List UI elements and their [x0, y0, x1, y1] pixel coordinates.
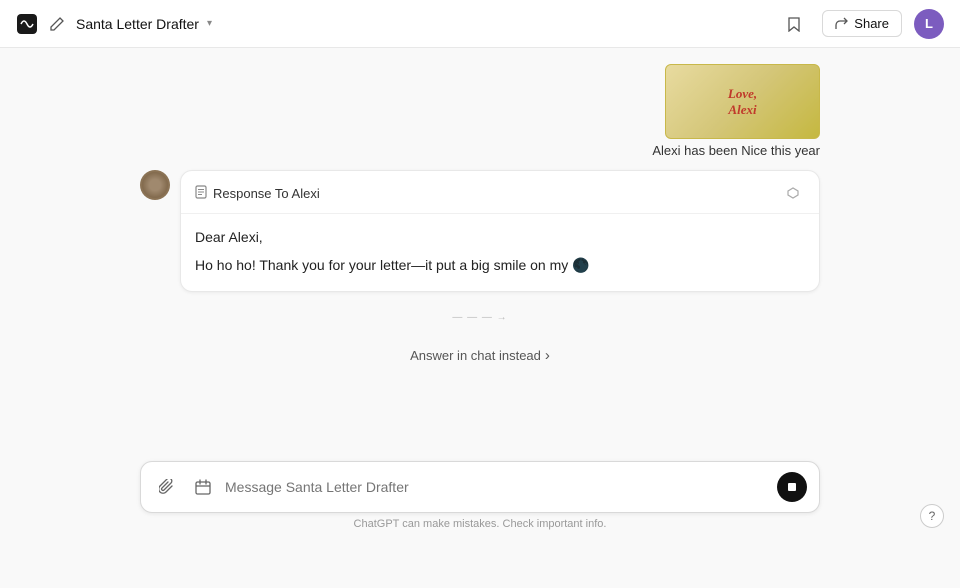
input-container: [140, 461, 820, 513]
bottom-bar: ChatGPT can make mistakes. Check importa…: [0, 461, 960, 540]
footer-text: ChatGPT can make mistakes. Check importa…: [354, 518, 607, 530]
share-label: Share: [854, 16, 889, 31]
answer-in-chat-button[interactable]: Answer in chat instead ›: [410, 347, 550, 364]
calendar-button[interactable]: [189, 473, 217, 501]
letter-caption: Alexi has been Nice this year: [652, 143, 820, 158]
expand-button[interactable]: [781, 181, 805, 205]
avatar: L: [914, 9, 944, 39]
chat-container: Love, Alexi Alexi has been Nice this yea…: [140, 48, 820, 452]
input-left-icons: [153, 473, 217, 501]
response-body: Dear Alexi, Ho ho ho! Thank you for your…: [181, 214, 819, 291]
letter-name-text: Alexi: [728, 102, 757, 118]
letter-card: Love, Alexi Alexi has been Nice this yea…: [652, 64, 820, 158]
response-title-row: Response To Alexi: [195, 185, 320, 202]
document-icon: [195, 185, 207, 202]
response-greeting: Dear Alexi,: [195, 226, 805, 248]
gpt-logo-icon: [16, 13, 38, 35]
message-input[interactable]: [225, 479, 769, 495]
ai-avatar: [140, 170, 170, 200]
letter-love-text: Love,: [728, 86, 757, 102]
response-card: Response To Alexi Dear Alexi, Ho ho ho! …: [180, 170, 820, 292]
top-bar-title: Santa Letter Drafter: [76, 16, 199, 32]
top-bar-right: Share L: [778, 8, 944, 40]
response-title: Response To Alexi: [213, 186, 320, 201]
ai-avatar-inner: [142, 172, 168, 198]
top-bar-left: Santa Letter Drafter ▾: [16, 13, 212, 35]
typing-area: — — — →: [140, 304, 820, 331]
letter-image: Love, Alexi: [665, 64, 820, 139]
answer-in-chat-label: Answer in chat instead: [410, 348, 541, 363]
help-button[interactable]: ?: [920, 504, 944, 528]
letter-text-overlay: Love, Alexi: [728, 86, 757, 118]
typing-dots-indicator: — — — →: [452, 312, 507, 323]
chevron-right-icon: ›: [545, 347, 550, 364]
ai-response: Response To Alexi Dear Alexi, Ho ho ho! …: [140, 170, 820, 292]
share-button[interactable]: Share: [822, 10, 902, 37]
bookmark-button[interactable]: [778, 8, 810, 40]
response-header: Response To Alexi: [181, 171, 819, 214]
stop-button[interactable]: [777, 472, 807, 502]
answer-in-chat-container: Answer in chat instead ›: [140, 343, 820, 372]
attach-button[interactable]: [153, 473, 181, 501]
edit-icon[interactable]: [46, 13, 68, 35]
response-body-text: Ho ho ho! Thank you for your letter—it p…: [195, 254, 805, 276]
top-bar: Santa Letter Drafter ▾ Share L: [0, 0, 960, 48]
footer-disclaimer: ChatGPT can make mistakes. Check importa…: [354, 518, 607, 530]
chevron-down-icon[interactable]: ▾: [207, 18, 212, 29]
